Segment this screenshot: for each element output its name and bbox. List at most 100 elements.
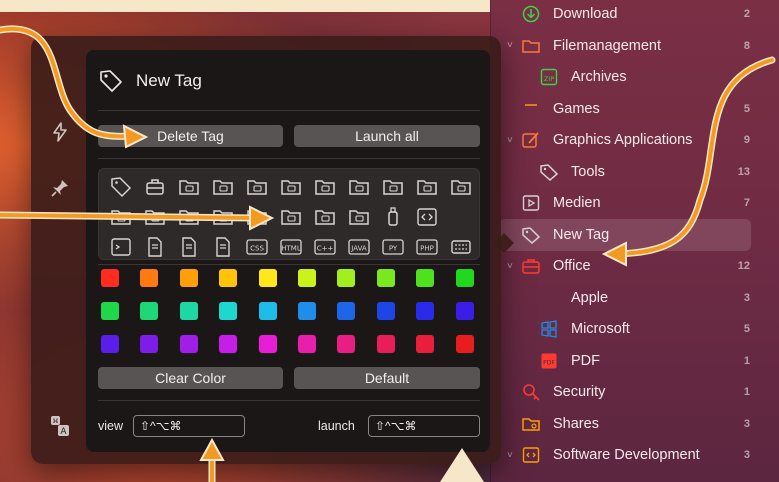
code-icon (521, 445, 541, 465)
folder-heart-icon[interactable] (279, 175, 303, 199)
color-swatch[interactable] (219, 335, 238, 353)
folder-c-icon[interactable] (177, 205, 201, 229)
disclosure-chevron-icon[interactable]: ˅ (507, 450, 517, 461)
lightning-icon[interactable] (48, 120, 72, 144)
item-count-badge: 12 (737, 260, 750, 272)
color-swatch[interactable] (455, 302, 474, 320)
media-icon (521, 193, 541, 213)
doc-3-icon[interactable] (177, 235, 201, 259)
color-swatch[interactable] (140, 302, 159, 320)
folder-home-icon[interactable] (211, 175, 235, 199)
color-swatch[interactable] (298, 335, 316, 353)
keyboard-layout-icon[interactable]: ⌘ A (48, 414, 72, 438)
folder-doc-icon[interactable] (177, 175, 201, 199)
code-box-icon[interactable] (415, 205, 439, 229)
folder-dollar-icon[interactable] (449, 175, 473, 199)
tag-name[interactable]: New Tag (136, 71, 202, 91)
doc-f-icon[interactable] (143, 235, 167, 259)
color-swatch[interactable] (140, 335, 159, 353)
html-icon[interactable]: HTML (279, 235, 303, 259)
folder-warning-icon[interactable] (415, 175, 439, 199)
color-swatch[interactable] (179, 302, 198, 320)
color-swatch[interactable] (219, 269, 238, 287)
folder-play-icon[interactable] (245, 205, 269, 229)
usb-icon[interactable] (381, 205, 405, 229)
doc-5-icon[interactable] (211, 235, 235, 259)
sidebar-item[interactable]: Games 5 (491, 93, 779, 125)
color-swatch[interactable] (258, 335, 277, 353)
sidebar-item[interactable]: Apple 3 (491, 282, 779, 314)
sidebar-item[interactable]: Medien 7 (491, 187, 779, 219)
sidebar-item[interactable]: ˅ Software Development 3 (491, 439, 779, 471)
color-swatch[interactable] (258, 269, 277, 287)
sidebar-item-label: Games (553, 100, 600, 117)
color-swatch[interactable] (101, 335, 119, 353)
folder-refresh-icon[interactable] (381, 175, 405, 199)
sidebar-item[interactable]: Download 2 (491, 0, 779, 30)
sidebar-item[interactable]: Microsoft 5 (491, 313, 779, 345)
color-swatch[interactable] (455, 335, 474, 353)
tag-icon[interactable] (109, 175, 133, 199)
pin-icon[interactable] (48, 176, 72, 200)
cp+-icon[interactable]: C++ (313, 235, 337, 259)
color-swatch[interactable] (298, 302, 316, 320)
sidebar-item-label: Filemanagement (553, 37, 661, 54)
color-swatch[interactable] (376, 335, 395, 353)
java-icon[interactable]: JAVA (347, 235, 371, 259)
color-swatch[interactable] (101, 302, 119, 320)
css-icon[interactable]: CSS (245, 235, 269, 259)
color-swatch[interactable] (101, 269, 119, 287)
folder-tag-icon[interactable] (313, 175, 337, 199)
sidebar-item[interactable]: ˅ Office 12 (491, 250, 779, 282)
color-swatch[interactable] (179, 335, 198, 353)
folder-b-icon[interactable] (143, 205, 167, 229)
folder-music-icon[interactable] (279, 205, 303, 229)
folder-sync-icon[interactable] (347, 175, 371, 199)
color-swatch[interactable] (337, 269, 356, 287)
color-swatch[interactable] (416, 269, 435, 287)
icon-picker-grid[interactable]: CSS HTML C++ JAVA PY PHP (98, 168, 480, 260)
sidebar-item[interactable]: Shares 3 (491, 408, 779, 440)
color-swatch[interactable] (140, 269, 159, 287)
color-swatch[interactable] (455, 269, 474, 287)
color-swatch[interactable] (416, 335, 435, 353)
briefcase-icon[interactable] (143, 175, 167, 199)
color-swatch[interactable] (337, 302, 356, 320)
keyboard-icon[interactable] (449, 235, 473, 259)
sidebar-item[interactable]: Tools 13 (491, 156, 779, 188)
py-icon[interactable]: PY (381, 235, 405, 259)
color-swatch[interactable] (376, 269, 395, 287)
launch-all-button[interactable]: Launch all (294, 125, 480, 147)
disclosure-chevron-icon[interactable]: ˅ (507, 40, 517, 51)
sidebar-item[interactable]: PDF PDF 1 (491, 345, 779, 377)
sidebar-item[interactable]: ˅ Graphics Applications 9 (491, 124, 779, 156)
disclosure-chevron-icon[interactable]: ˅ (507, 261, 517, 272)
delete-tag-button[interactable]: Delete Tag (98, 125, 283, 147)
item-count-badge: 5 (743, 102, 750, 115)
sidebar-item[interactable]: ZIP Archives (491, 61, 779, 93)
folder-stack-icon[interactable] (347, 205, 371, 229)
terminal-icon[interactable] (109, 235, 133, 259)
color-swatch[interactable] (258, 302, 277, 320)
color-swatch[interactable] (416, 302, 435, 320)
color-swatch[interactable] (179, 269, 198, 287)
sidebar-item[interactable]: Security 1 (491, 376, 779, 408)
folder-d-icon[interactable] (211, 205, 235, 229)
default-button[interactable]: Default (294, 367, 480, 389)
launch-shortcut-field[interactable]: ⇧^⌥⌘ (368, 415, 480, 437)
disclosure-chevron-icon[interactable]: ˅ (507, 135, 517, 146)
color-swatch[interactable] (337, 335, 356, 353)
sidebar-item[interactable]: New Tag (499, 218, 751, 251)
sidebar-item[interactable]: ˅ Filemanagement 8 (491, 30, 779, 62)
folder-a-icon[interactable] (109, 205, 133, 229)
view-shortcut-field[interactable]: ⇧^⌥⌘ (133, 415, 245, 437)
clear-color-button[interactable]: Clear Color (98, 367, 283, 389)
color-swatch[interactable] (298, 269, 316, 287)
color-swatch[interactable] (376, 302, 395, 320)
color-swatch[interactable] (219, 302, 238, 320)
item-count-badge: 9 (743, 134, 750, 146)
folder-down-icon[interactable] (313, 205, 337, 229)
divider (98, 264, 480, 265)
php-icon[interactable]: PHP (415, 235, 439, 259)
folder-image-icon[interactable] (245, 175, 269, 199)
